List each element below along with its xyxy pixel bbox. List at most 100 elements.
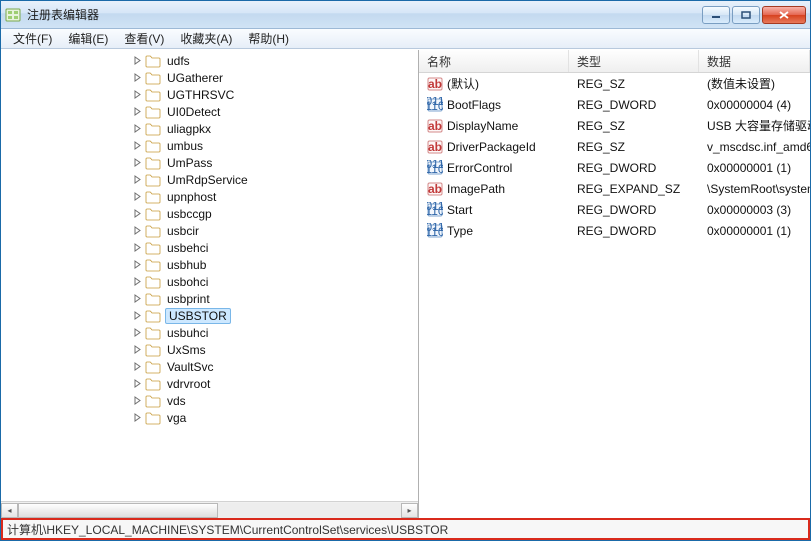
value-name: BootFlags <box>447 98 501 112</box>
tree-item-label: udfs <box>165 54 192 68</box>
expand-arrow-icon[interactable] <box>131 123 143 135</box>
value-name: Start <box>447 203 472 217</box>
value-row[interactable]: StartREG_DWORD0x00000003 (3) <box>419 199 810 220</box>
menu-fav[interactable]: 收藏夹(A) <box>172 29 240 48</box>
minimize-button[interactable] <box>702 6 730 24</box>
tree-item-label: vga <box>165 411 188 425</box>
expand-arrow-icon[interactable] <box>131 191 143 203</box>
tree-pane[interactable]: udfsUGathererUGTHRSVCUI0Detectuliagpkxum… <box>1 50 419 518</box>
menu-help[interactable]: 帮助(H) <box>240 29 297 48</box>
folder-icon <box>145 258 161 272</box>
folder-icon <box>145 377 161 391</box>
menu-view[interactable]: 查看(V) <box>116 29 172 48</box>
tree-item[interactable]: udfs <box>1 52 418 69</box>
menu-edit[interactable]: 编辑(E) <box>60 29 116 48</box>
tree-item[interactable]: usbohci <box>1 273 418 290</box>
expand-arrow-icon[interactable] <box>131 225 143 237</box>
tree-item[interactable]: usbuhci <box>1 324 418 341</box>
tree-item-label: usbohci <box>165 275 210 289</box>
scroll-left-button[interactable]: ◂ <box>1 503 18 518</box>
value-row[interactable]: ImagePathREG_EXPAND_SZ\SystemRoot\system… <box>419 178 810 199</box>
list-header[interactable]: 名称 类型 数据 <box>419 50 810 73</box>
folder-icon <box>145 122 161 136</box>
menubar: 文件(F) 编辑(E) 查看(V) 收藏夹(A) 帮助(H) <box>1 29 810 49</box>
value-name: DisplayName <box>447 119 518 133</box>
scroll-right-button[interactable]: ▸ <box>401 503 418 518</box>
tree-item[interactable]: vds <box>1 392 418 409</box>
tree-item[interactable]: usbcir <box>1 222 418 239</box>
tree-item[interactable]: UGatherer <box>1 69 418 86</box>
values-pane[interactable]: 名称 类型 数据 (默认)REG_SZ(数值未设置)BootFlagsREG_D… <box>419 50 810 518</box>
value-data: v_mscdsc.inf_amd64_ne <box>707 140 810 154</box>
value-row[interactable]: TypeREG_DWORD0x00000001 (1) <box>419 220 810 241</box>
tree-item[interactable]: UxSms <box>1 341 418 358</box>
expand-arrow-icon[interactable] <box>131 293 143 305</box>
value-row[interactable]: (默认)REG_SZ(数值未设置) <box>419 73 810 94</box>
tree-item[interactable]: UmPass <box>1 154 418 171</box>
expand-arrow-icon[interactable] <box>131 208 143 220</box>
string-value-icon <box>427 139 443 155</box>
value-row[interactable]: ErrorControlREG_DWORD0x00000001 (1) <box>419 157 810 178</box>
expand-arrow-icon[interactable] <box>131 72 143 84</box>
folder-icon <box>145 88 161 102</box>
tree-item[interactable]: UI0Detect <box>1 103 418 120</box>
tree-item[interactable]: VaultSvc <box>1 358 418 375</box>
expand-arrow-icon[interactable] <box>131 242 143 254</box>
folder-icon <box>145 292 161 306</box>
expand-arrow-icon[interactable] <box>131 55 143 67</box>
tree-item[interactable]: uliagpkx <box>1 120 418 137</box>
tree-item-label: vds <box>165 394 188 408</box>
tree-item[interactable]: usbehci <box>1 239 418 256</box>
tree-item-label: UmRdpService <box>165 173 250 187</box>
binary-value-icon <box>427 223 443 239</box>
string-value-icon <box>427 181 443 197</box>
value-row[interactable]: DisplayNameREG_SZUSB 大容量存储驱动程序 <box>419 115 810 136</box>
tree-item-label: VaultSvc <box>165 360 215 374</box>
expand-arrow-icon[interactable] <box>131 412 143 424</box>
column-type[interactable]: 类型 <box>569 50 699 72</box>
menu-file[interactable]: 文件(F) <box>5 29 60 48</box>
tree-item-label: usbcir <box>165 224 201 238</box>
expand-arrow-icon[interactable] <box>131 140 143 152</box>
expand-arrow-icon[interactable] <box>131 327 143 339</box>
folder-icon <box>145 309 161 323</box>
tree-item[interactable]: usbhub <box>1 256 418 273</box>
statusbar-path: 计算机\HKEY_LOCAL_MACHINE\SYSTEM\CurrentCon… <box>7 521 448 538</box>
expand-arrow-icon[interactable] <box>131 361 143 373</box>
value-type: REG_SZ <box>577 140 625 154</box>
tree-item[interactable]: UmRdpService <box>1 171 418 188</box>
scroll-track[interactable] <box>18 503 401 518</box>
titlebar[interactable]: 注册表编辑器 <box>1 1 810 29</box>
tree-item[interactable]: vdrvroot <box>1 375 418 392</box>
value-data: 0x00000001 (1) <box>707 161 791 175</box>
binary-value-icon <box>427 202 443 218</box>
maximize-button[interactable] <box>732 6 760 24</box>
scroll-thumb[interactable] <box>18 503 218 518</box>
expand-arrow-icon[interactable] <box>131 106 143 118</box>
expand-arrow-icon[interactable] <box>131 89 143 101</box>
tree-item[interactable]: usbprint <box>1 290 418 307</box>
column-name[interactable]: 名称 <box>419 50 569 72</box>
tree-item[interactable]: UGTHRSVC <box>1 86 418 103</box>
expand-arrow-icon[interactable] <box>131 378 143 390</box>
expand-arrow-icon[interactable] <box>131 157 143 169</box>
value-row[interactable]: BootFlagsREG_DWORD0x00000004 (4) <box>419 94 810 115</box>
tree-item[interactable]: USBSTOR <box>1 307 418 324</box>
tree-item[interactable]: vga <box>1 409 418 426</box>
expand-arrow-icon[interactable] <box>131 174 143 186</box>
tree-item[interactable]: umbus <box>1 137 418 154</box>
tree-item[interactable]: upnphost <box>1 188 418 205</box>
close-button[interactable] <box>762 6 806 24</box>
value-row[interactable]: DriverPackageIdREG_SZv_mscdsc.inf_amd64_… <box>419 136 810 157</box>
expand-arrow-icon[interactable] <box>131 259 143 271</box>
expand-arrow-icon[interactable] <box>131 344 143 356</box>
statusbar: 计算机\HKEY_LOCAL_MACHINE\SYSTEM\CurrentCon… <box>1 518 810 540</box>
expand-arrow-icon[interactable] <box>131 310 143 322</box>
list-body[interactable]: (默认)REG_SZ(数值未设置)BootFlagsREG_DWORD0x000… <box>419 73 810 518</box>
expand-arrow-icon[interactable] <box>131 276 143 288</box>
column-data[interactable]: 数据 <box>699 50 810 72</box>
tree-item-label: usbccgp <box>165 207 214 221</box>
expand-arrow-icon[interactable] <box>131 395 143 407</box>
tree-horizontal-scrollbar[interactable]: ◂ ▸ <box>1 501 418 518</box>
tree-item[interactable]: usbccgp <box>1 205 418 222</box>
